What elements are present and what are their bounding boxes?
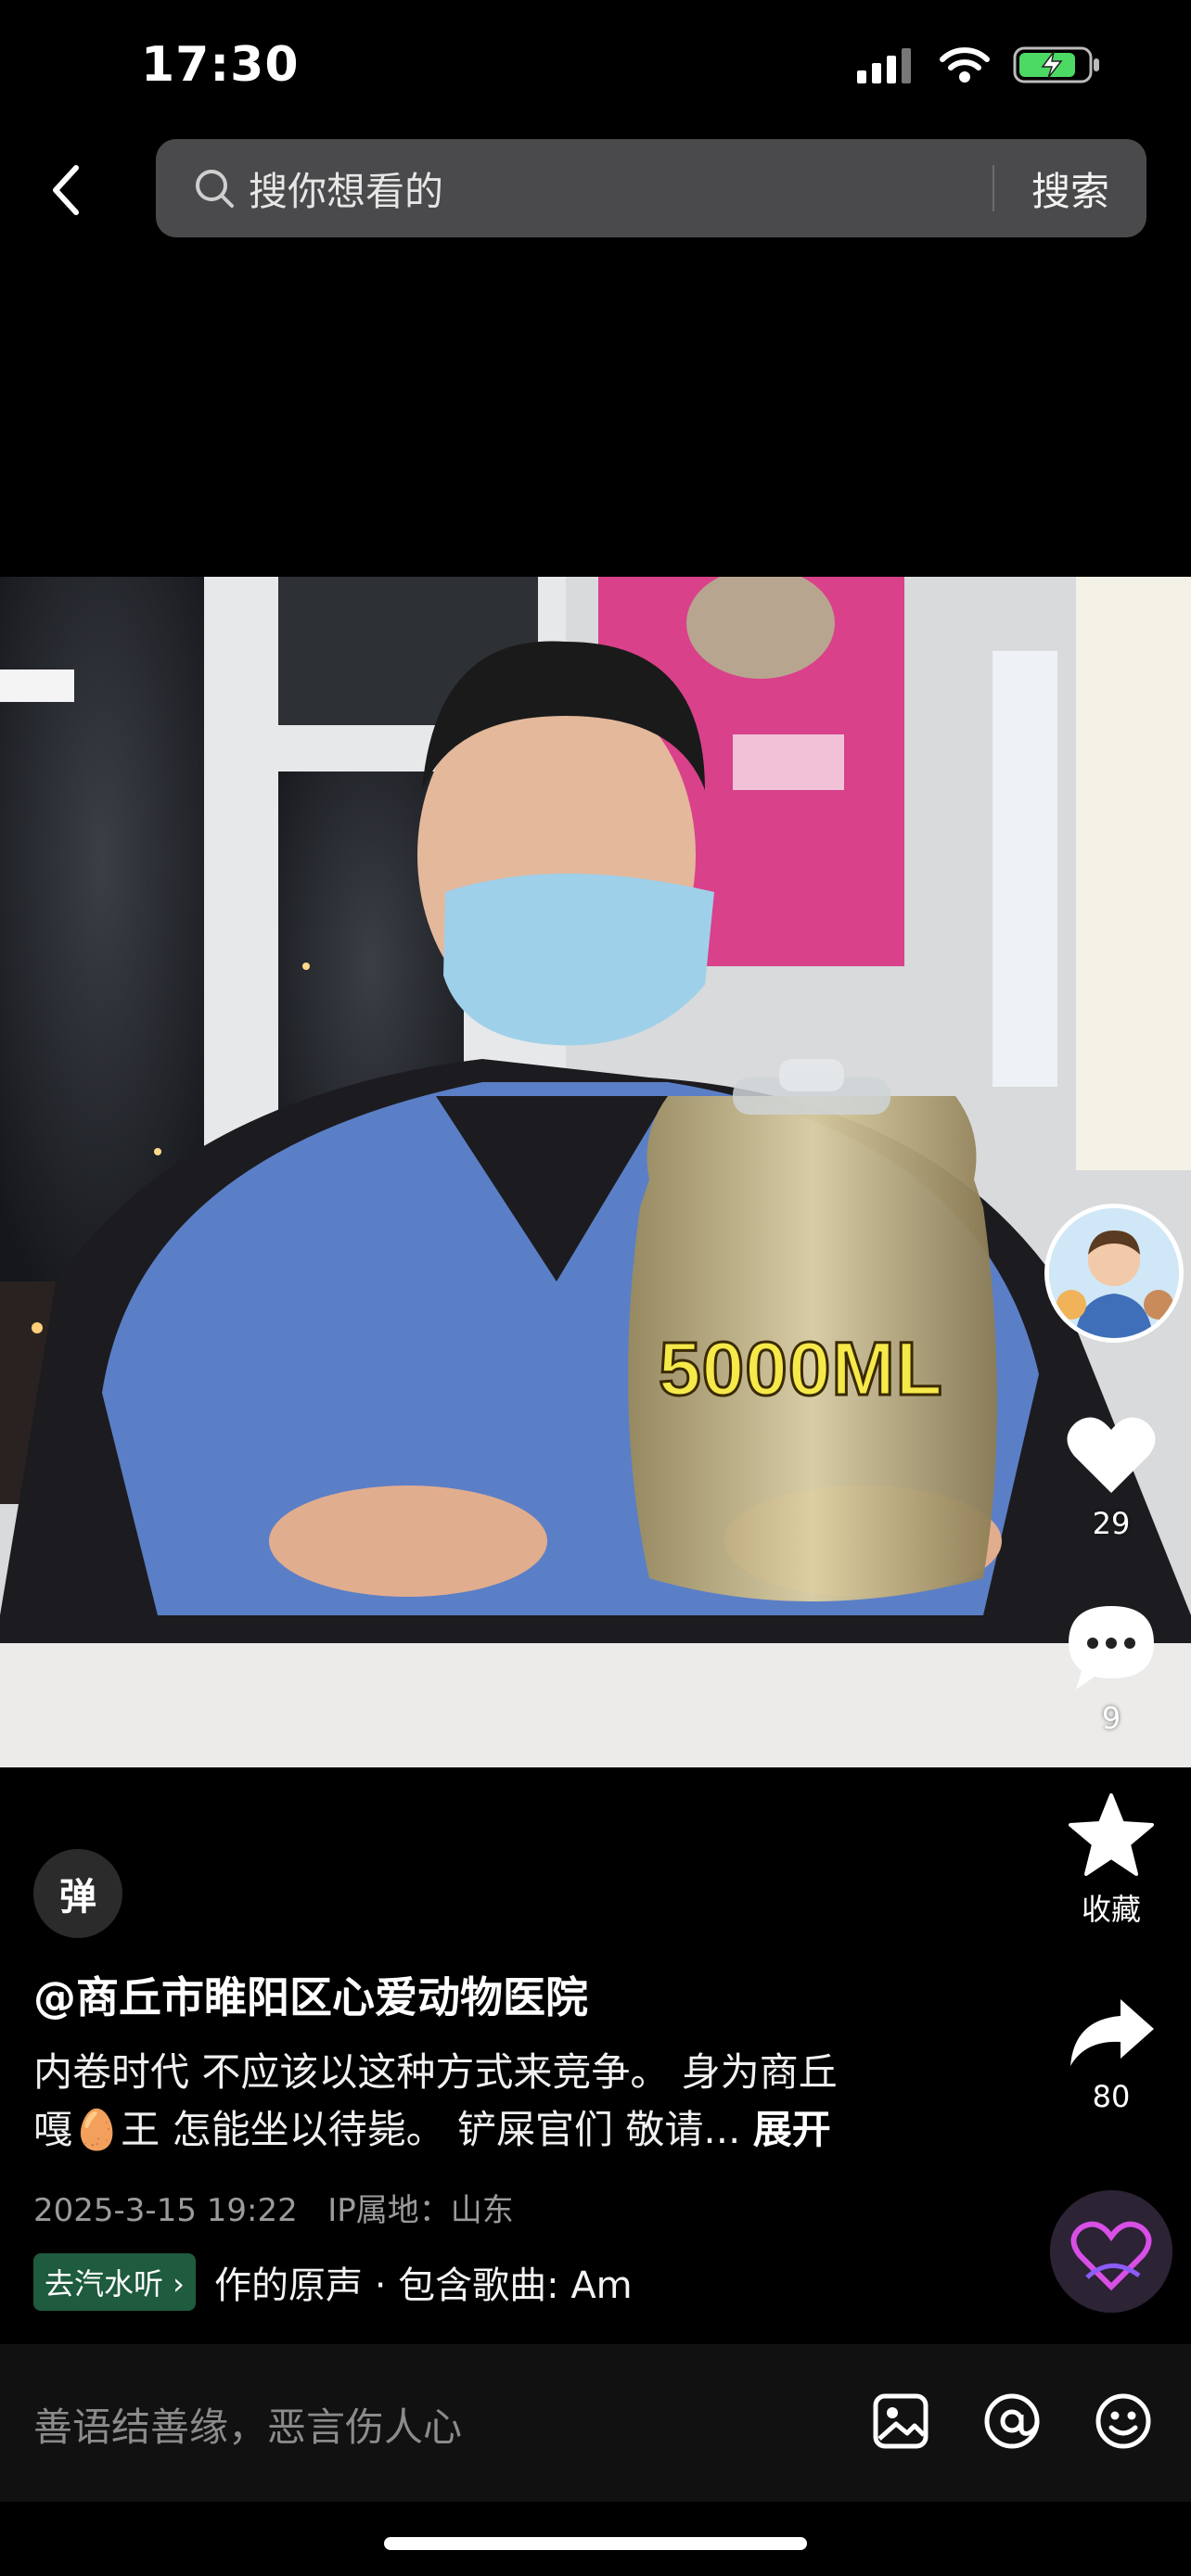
share-button[interactable]: 80 — [1054, 1996, 1169, 2114]
avatar-image — [1049, 1208, 1179, 1338]
at-icon[interactable] — [981, 2391, 1043, 2452]
music-title[interactable]: 作的原声 · 包含歌曲: Am — [214, 2255, 633, 2309]
status-time: 17:30 — [141, 37, 300, 93]
comment-input[interactable]: 善语结善缘，恶言伤人心 — [33, 2396, 462, 2453]
music-heart-icon — [1050, 2190, 1172, 2313]
star-icon — [1069, 1793, 1154, 1876]
share-icon — [1070, 1999, 1154, 2066]
post-date: 2025-3-15 19:22 — [33, 2192, 298, 2229]
video-overlay-text: 5000ML — [658, 1326, 944, 1413]
post-meta: 2025-3-15 19:22 IP属地：山东 — [33, 2185, 514, 2230]
ip-location: IP属地：山东 — [327, 2192, 514, 2229]
description-line-1: 内卷时代 不应该以这种方式来竞争。 身为商丘 — [33, 2049, 838, 2095]
favorite-button[interactable]: 收藏 — [1054, 1792, 1169, 1929]
favorite-label: 收藏 — [1081, 1892, 1141, 1927]
back-icon — [53, 165, 79, 215]
like-count: 29 — [1092, 1506, 1131, 1541]
back-button[interactable] — [37, 153, 93, 227]
battery-charging-icon — [1013, 46, 1099, 83]
expand-link[interactable]: 展开 — [753, 2107, 831, 2152]
wifi-icon — [940, 47, 990, 83]
description-line-2-wrap: 嘎🥚王 怎能坐以待毙。 铲屎官们 敬请... 展开 — [33, 2101, 924, 2159]
home-indicator — [384, 2537, 807, 2550]
search-input[interactable]: 搜你想看的 — [249, 160, 992, 217]
author-avatar[interactable] — [1044, 1204, 1184, 1343]
status-icons — [857, 45, 1102, 85]
music-row[interactable]: 去汽水听 › 作的原声 · 包含歌曲: Am — [33, 2253, 701, 2311]
description-line-2: 嘎🥚王 怎能坐以待毙。 铲屎官们 敬请... — [33, 2107, 741, 2152]
image-icon[interactable] — [870, 2391, 931, 2452]
qishui-badge[interactable]: 去汽水听 › — [33, 2253, 196, 2311]
share-count: 80 — [1092, 2079, 1131, 2114]
comment-button[interactable]: 9 — [1054, 1602, 1169, 1736]
post-description: 内卷时代 不应该以这种方式来竞争。 身为商丘 嘎🥚王 怎能坐以待毙。 铲屎官们 … — [33, 2044, 924, 2159]
heart-icon — [1067, 1417, 1156, 1493]
like-button[interactable]: 29 — [1054, 1413, 1169, 1541]
search-bar[interactable]: 搜你想看的 搜索 — [156, 139, 1146, 237]
comment-count: 9 — [1101, 1701, 1121, 1736]
comment-icon — [1069, 1606, 1154, 1690]
cellular-signal-icon — [857, 48, 911, 83]
search-button[interactable]: 搜索 — [994, 160, 1146, 217]
search-icon — [196, 170, 234, 208]
author-name[interactable]: @商丘市睢阳区心爱动物医院 — [33, 1964, 588, 2025]
emoji-icon[interactable] — [1093, 2391, 1154, 2452]
video-frame — [0, 577, 1191, 1767]
danmaku-button[interactable]: 弹 — [33, 1849, 122, 1938]
video-player[interactable] — [0, 577, 1191, 1767]
music-disc[interactable] — [1050, 2190, 1172, 2313]
